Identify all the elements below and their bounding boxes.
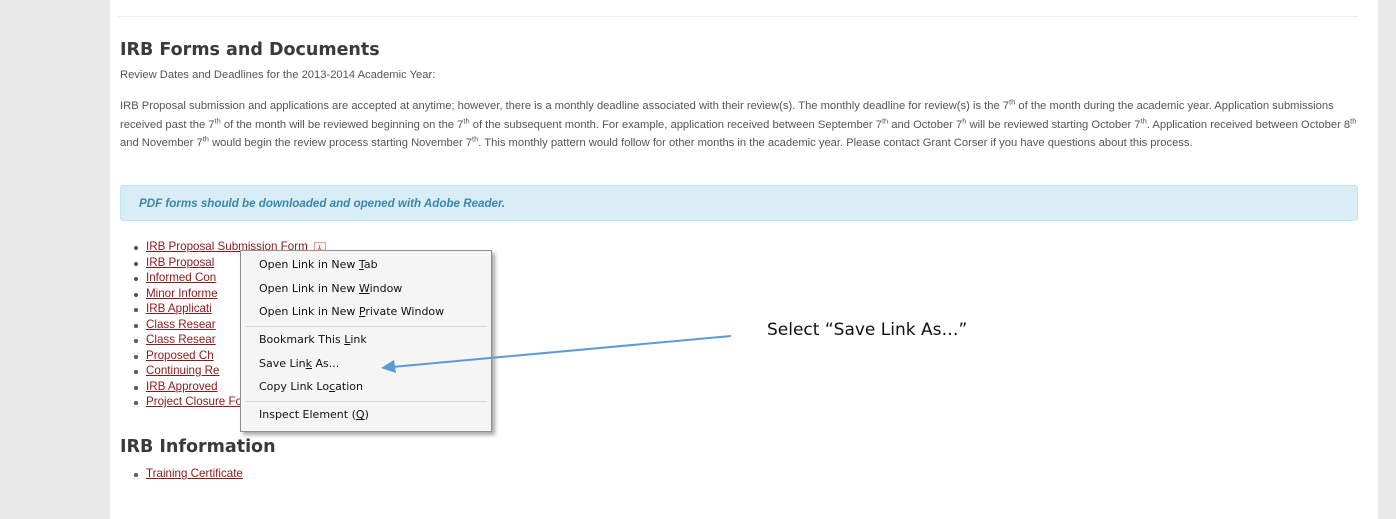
arrow-line [391, 335, 732, 368]
arrow-head-icon [381, 360, 396, 373]
annotation-arrow [381, 335, 732, 373]
